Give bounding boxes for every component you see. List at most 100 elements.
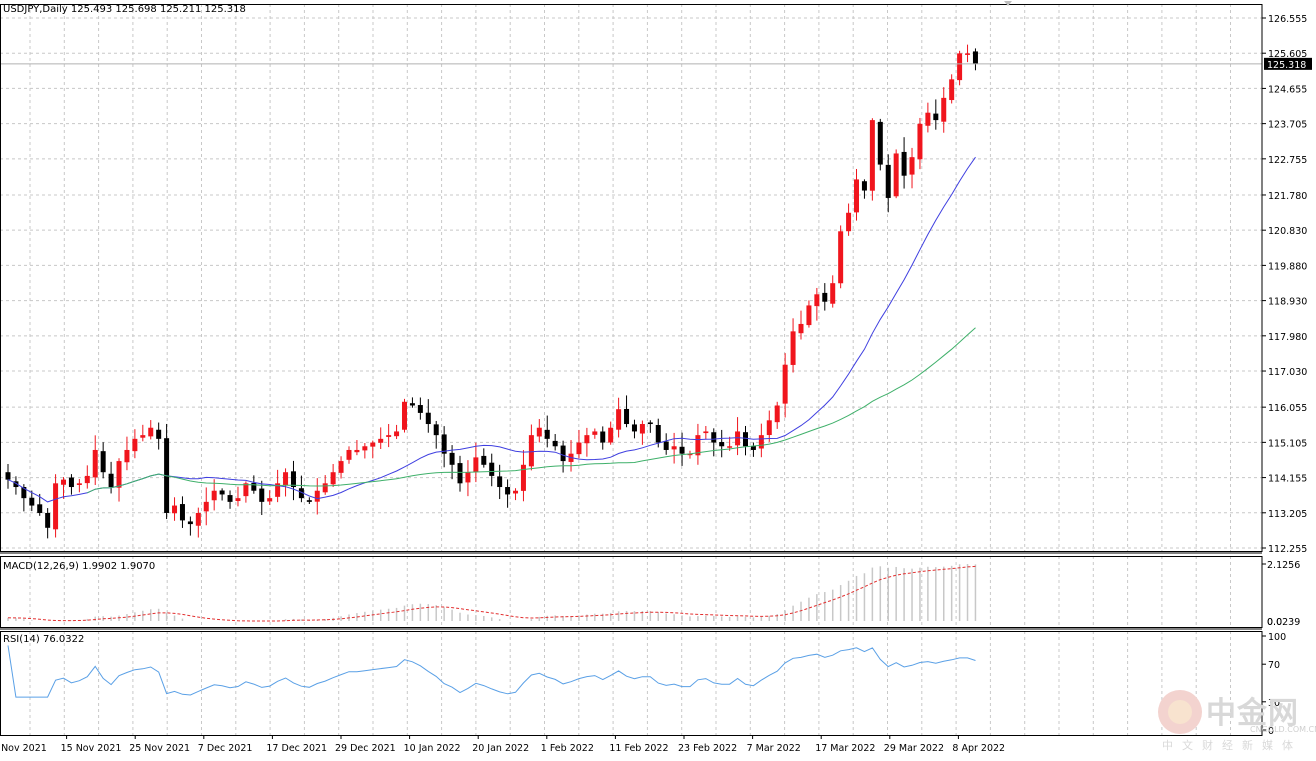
price-tick-label: 118.930 [1268,297,1307,308]
price-tick-label: 120.830 [1268,226,1307,237]
candle-body [283,472,289,486]
candle-body [830,283,836,304]
date-tick-label: 1 Feb 2022 [541,743,594,754]
candle-body [267,498,273,502]
candle-body [116,461,122,488]
date-tick-label: 29 Mar 2022 [884,743,944,754]
candle-body [861,181,867,191]
candle-body [449,452,455,465]
candle-body [465,472,471,483]
candle-body [624,408,630,425]
candle-body [536,427,542,437]
price-tick-label: 126.555 [1268,14,1307,25]
date-tick-label: 29 Dec 2021 [335,743,396,754]
candle-body [227,495,233,502]
candle-body [148,427,154,437]
candle-body [552,440,558,447]
candle-body [869,120,875,191]
candle-body [425,412,431,425]
macd-signal-line [7,565,976,622]
date-tick-label: 15 Nov 2021 [61,743,122,754]
candle-body [608,427,614,443]
candle-body [790,331,796,365]
candle-body [917,123,923,160]
candle-body [45,512,51,528]
candle-body [505,487,511,495]
date-tick-label: 20 Jan 2022 [472,743,529,754]
chart-canvas: 126.555125.605124.655123.705122.755121.7… [0,1,1312,754]
price-tick-label: 123.705 [1268,120,1307,131]
candle-body [53,483,59,530]
candle-body [290,471,296,488]
candle-body [251,482,257,491]
candle-body [727,446,733,448]
chart-shift-icon [1004,1,1012,6]
candle-body [655,425,661,443]
candle-body [925,112,931,126]
date-tick-label: 11 Feb 2022 [609,743,668,754]
candle-body [132,438,138,452]
candle-body [576,442,582,455]
candle-body [616,409,622,430]
rsi-tick-label: 70 [1268,660,1280,671]
candle-body [584,435,590,444]
candle-body [370,442,376,447]
candle-body [5,472,11,480]
candle-body [877,121,883,165]
candle-body [663,441,669,450]
date-tick-label: 10 Jan 2022 [404,743,461,754]
candle-body [544,429,550,439]
candle-body [735,431,741,446]
price-tick-label: 119.880 [1268,261,1307,272]
candle-body [203,501,209,512]
date-tick-label: 17 Mar 2022 [815,743,875,754]
price-tick-label: 116.055 [1268,403,1307,414]
candle-body [386,435,392,437]
candle-body [679,446,685,454]
price-tick-label: 122.755 [1268,155,1307,166]
candle-body [140,435,146,438]
candle-body [378,438,384,443]
pane-border [0,556,1263,628]
candle-body [108,473,114,488]
price-tick-label: 115.105 [1268,438,1307,449]
candle-body [592,431,598,435]
macd-pane [7,564,977,622]
candle-body [909,157,915,175]
candle-body [124,449,130,463]
price-tick-label: 117.030 [1268,367,1307,378]
candle-body [957,53,963,81]
pane-border [0,631,1263,736]
watermark-sub: 中文财经新媒体 [1162,739,1302,752]
watermark-en: CNGOLD.COM.CN [1250,725,1316,734]
candle-body [631,424,637,432]
candle-body [211,490,217,501]
candle-body [965,53,971,55]
candle-body [100,451,106,473]
candle-body [314,490,320,502]
candle-body [179,504,185,521]
rsi-title: RSI(14) 76.0322 [3,634,84,645]
rsi-line [7,645,976,698]
candle-body [901,151,907,176]
date-tick-label: 23 Feb 2022 [678,743,737,754]
candle-body [481,455,487,465]
date-tick-label: 17 Dec 2021 [266,743,327,754]
candle-body [402,401,407,430]
price-tick-label: 114.155 [1268,474,1307,485]
candle-body [306,500,312,502]
candle-body [822,292,828,302]
candle-body [758,435,764,449]
price-tick-label: 117.980 [1268,332,1307,343]
candle-body [433,424,439,436]
candle-body [338,461,344,473]
grid [0,4,1262,735]
candle-body [346,449,352,460]
pane-border [0,4,1263,552]
candle-body [497,476,503,488]
candle-body [513,490,519,494]
candle-body [885,164,891,198]
candle-body [489,462,495,476]
candle-body [933,113,939,121]
candle-body [972,51,978,64]
